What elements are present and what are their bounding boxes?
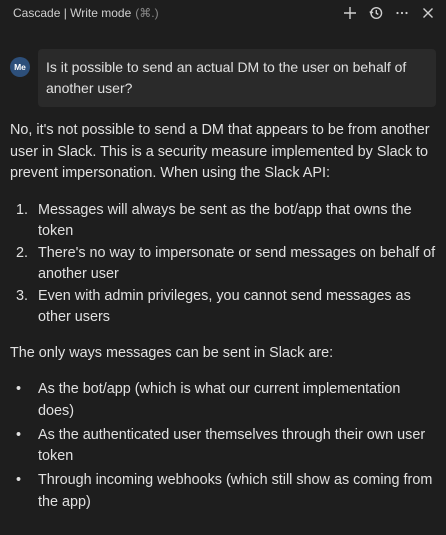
- bullet-icon: •: [16, 472, 22, 488]
- assistant-intro: No, it's not possible to send a DM that …: [10, 122, 430, 181]
- list-item-text: As the bot/app (which is what our curren…: [38, 381, 401, 419]
- steps-list: 1. Messages will always be sent as the b…: [10, 200, 438, 329]
- avatar: Me: [10, 57, 30, 77]
- list-item-text: There's no way to impersonate or send me…: [38, 244, 436, 283]
- plus-icon[interactable]: [342, 5, 358, 21]
- list-number: 3.: [16, 287, 29, 304]
- bullet-icon: •: [16, 381, 22, 397]
- list-number: 2.: [16, 244, 29, 261]
- more-icon[interactable]: [394, 5, 410, 21]
- list-item: • As the bot/app (which is what our curr…: [10, 379, 438, 422]
- history-icon[interactable]: [368, 5, 384, 21]
- close-icon[interactable]: [420, 5, 436, 21]
- list-item: 1. Messages will always be sent as the b…: [10, 200, 438, 243]
- list-item: • As the authenticated user themselves t…: [10, 425, 438, 468]
- header-actions: [342, 5, 436, 21]
- list-number: 1.: [16, 201, 29, 218]
- panel-title: Cascade | Write mode: [13, 6, 132, 20]
- panel-header: Cascade | Write mode (⌘.): [0, 0, 446, 26]
- list-item-text: As the authenticated user themselves thr…: [38, 426, 426, 465]
- shortcut-hint: (⌘.): [135, 6, 159, 20]
- list-item-text: Even with admin privileges, you cannot s…: [38, 287, 411, 326]
- ways-list: • As the bot/app (which is what our curr…: [10, 379, 438, 513]
- list-item-text: Messages will always be sent as the bot/…: [38, 201, 412, 240]
- list-item: • Through incoming webhooks (which still…: [10, 470, 438, 513]
- assistant-message: No, it's not possible to send a DM that …: [10, 120, 438, 516]
- ways-heading: The only ways messages can be sent in Sl…: [10, 344, 334, 361]
- list-item: 3. Even with admin privileges, you canno…: [10, 286, 438, 329]
- user-message: Me Is it possible to send an actual DM t…: [10, 49, 438, 107]
- bullet-icon: •: [16, 426, 22, 443]
- user-message-bubble: Is it possible to send an actual DM to t…: [38, 49, 436, 107]
- list-item: 2. There's no way to impersonate or send…: [10, 243, 438, 286]
- list-item-text: Through incoming webhooks (which still s…: [38, 472, 433, 510]
